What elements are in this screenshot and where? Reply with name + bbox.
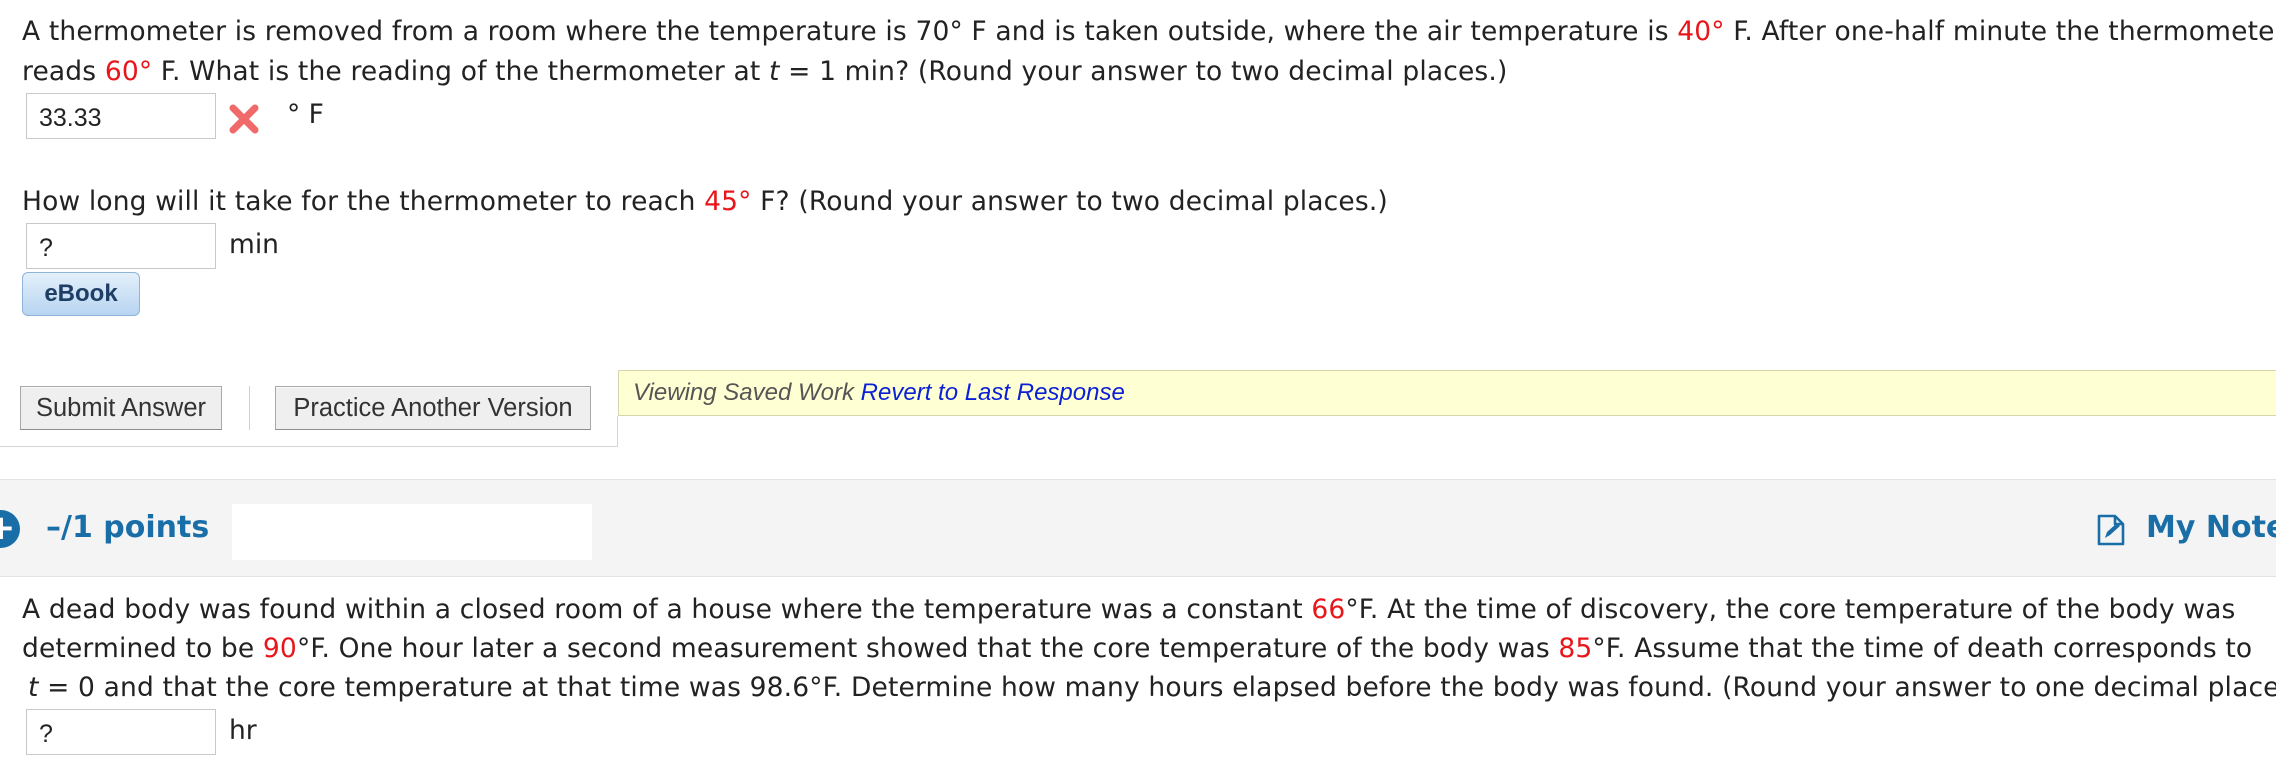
problem-text-line-1: A thermometer is removed from a room whe… — [22, 16, 2276, 47]
question-header: + –/1 points My Notes — [0, 479, 2276, 577]
answer-input-reading[interactable] — [26, 93, 216, 139]
notes-edit-icon[interactable] — [2096, 514, 2126, 546]
given-value: 40° — [1677, 16, 1725, 47]
unit-label-fahrenheit: ° F — [287, 99, 324, 130]
practice-another-version-button[interactable]: Practice Another Version — [275, 386, 591, 430]
problem-text-line-2: reads 60° F. What is the reading of the … — [22, 56, 1508, 87]
button-divider — [249, 386, 250, 430]
saved-work-label: Viewing Saved Work — [633, 379, 854, 406]
revert-link[interactable]: Revert to Last Response — [861, 379, 1125, 406]
my-notes-link[interactable]: My Notes — [2146, 508, 2276, 548]
q2-text-line-2: determined to be 90°F. One hour later a … — [22, 633, 2253, 664]
unit-label-min: min — [229, 229, 279, 260]
given-value: 60° — [104, 56, 153, 87]
given-value: 45° — [704, 186, 752, 217]
variable-t: t — [769, 56, 780, 87]
answer-input-hours[interactable] — [26, 709, 216, 755]
header-blank-panel — [232, 504, 592, 560]
saved-work-banner: Viewing Saved Work Revert to Last Respon… — [618, 370, 2276, 416]
unit-label-hr: hr — [229, 715, 257, 746]
variable-t: t — [28, 672, 39, 703]
incorrect-x-icon — [229, 104, 259, 134]
given-value: 66 — [1311, 594, 1346, 625]
button-area-divider-vertical — [617, 416, 618, 447]
ebook-button[interactable]: eBook — [22, 272, 140, 316]
q2-text-line-1: A dead body was found within a closed ro… — [22, 594, 2236, 625]
plus-circle-icon[interactable]: + — [0, 510, 20, 548]
submit-answer-button[interactable]: Submit Answer — [20, 386, 222, 430]
button-area-divider — [0, 446, 618, 447]
given-value: 90 — [262, 633, 297, 664]
q2-text-line-3: t = 0 and that the core temperature at t… — [28, 672, 2276, 703]
problem-text-line-3: How long will it take for the thermomete… — [22, 186, 1388, 217]
answer-input-time[interactable] — [26, 223, 216, 269]
given-value: 85 — [1558, 633, 1593, 664]
points-label: –/1 points — [46, 510, 210, 545]
